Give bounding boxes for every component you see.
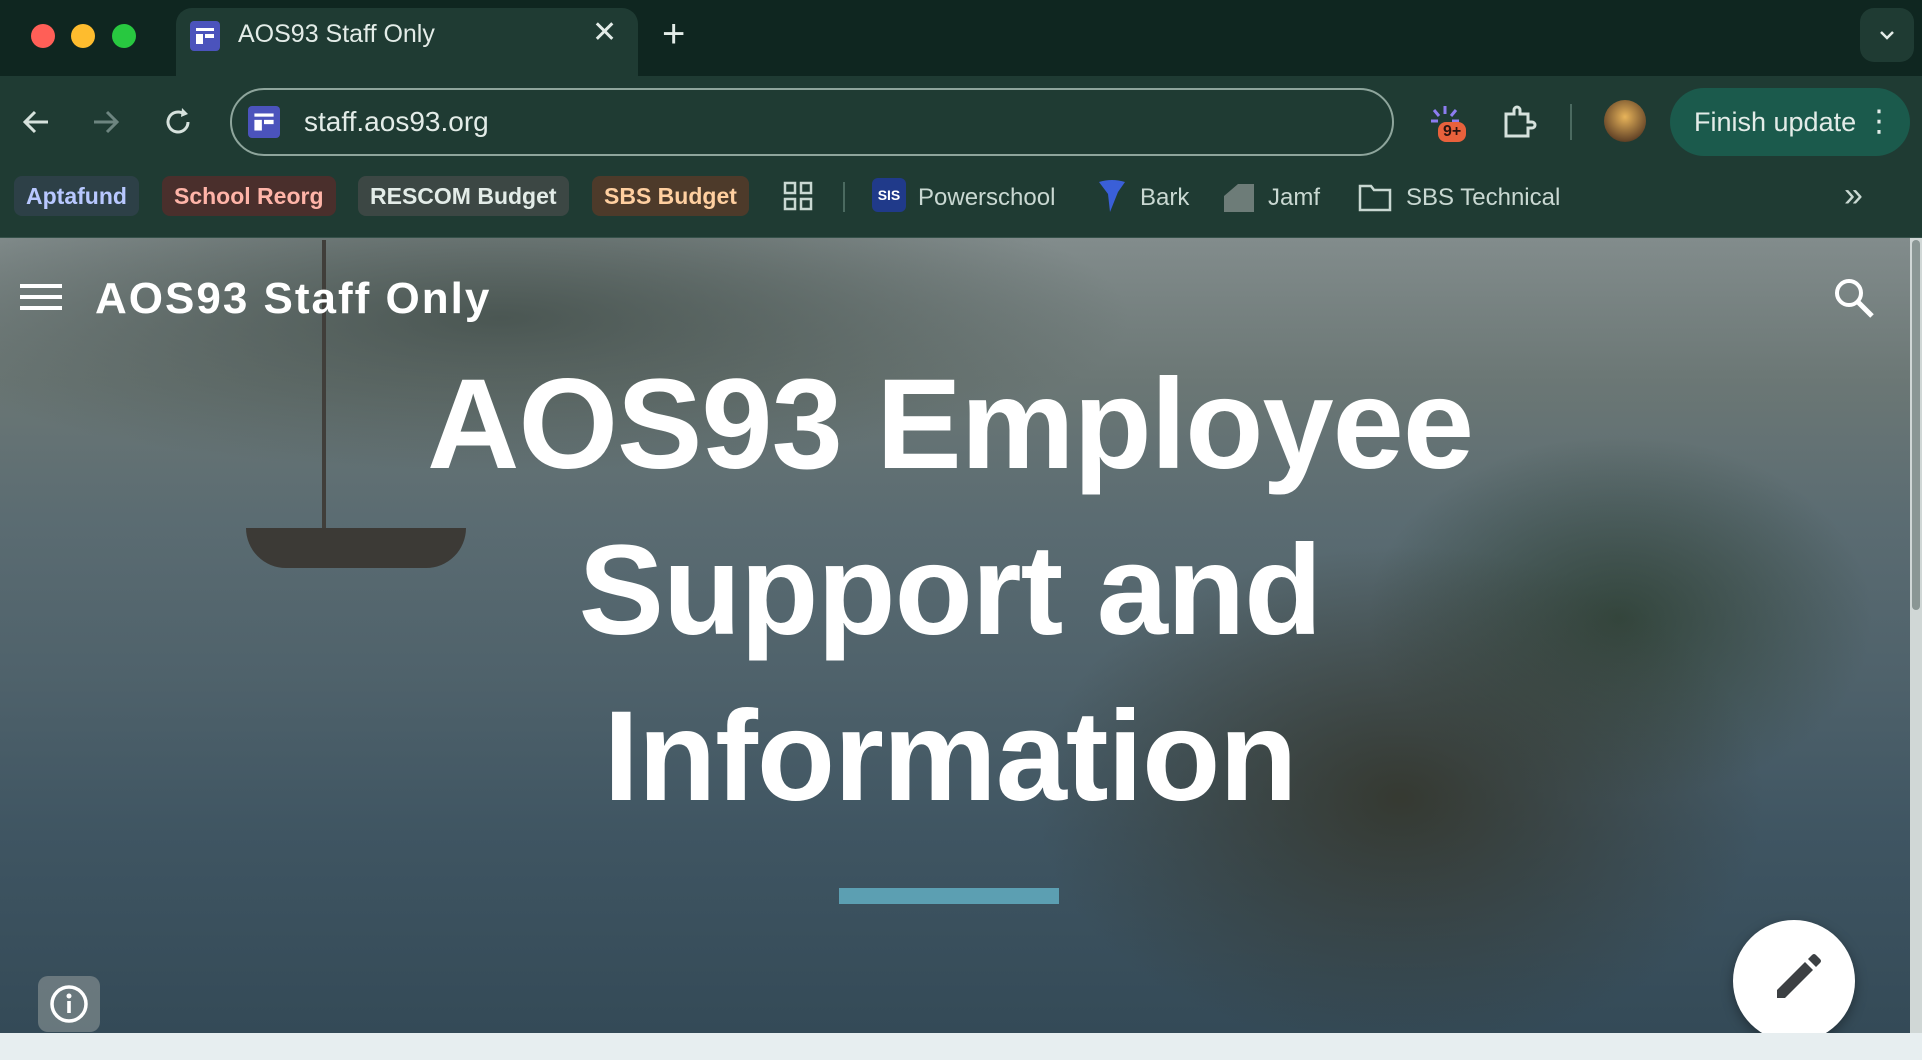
sites-favicon-icon [190, 21, 220, 51]
toolbar-divider [1570, 104, 1572, 140]
headline-line-2: Support and [578, 519, 1323, 662]
bookmark-chip-school-reorg[interactable]: School Reorg [162, 176, 336, 216]
headline-accent-bar [839, 888, 1059, 904]
new-tab-button[interactable]: + [662, 14, 685, 54]
maximize-window-button[interactable] [112, 24, 136, 48]
bookmarks-divider [843, 182, 845, 212]
url-text[interactable]: staff.aos93.org [304, 106, 489, 138]
extensions-puzzle-icon[interactable] [1498, 102, 1538, 147]
page-headline: AOS93 Employee Support and Information [0, 342, 1900, 840]
reload-button[interactable] [160, 104, 196, 146]
bookmark-chip-sbs-budget[interactable]: SBS Budget [592, 176, 749, 216]
hero-banner: AOS93 Staff Only AOS93 Employee Support … [0, 238, 1910, 1033]
headline-line-1: AOS93 Employee [427, 353, 1474, 496]
scrollbar-thumb[interactable] [1912, 240, 1920, 610]
close-window-button[interactable] [31, 24, 55, 48]
close-tab-icon[interactable]: ✕ [592, 18, 617, 48]
site-favicon-icon [248, 106, 280, 138]
page-content-edge [0, 1033, 1922, 1060]
apps-grid-icon[interactable] [782, 180, 814, 217]
bookmark-chip-rescom-budget[interactable]: RESCOM Budget [358, 176, 569, 216]
jamf-icon [1222, 180, 1256, 219]
bookmark-sbs-technical[interactable]: SBS Technical [1406, 184, 1560, 212]
folder-icon [1358, 182, 1392, 217]
finish-update-label: Finish update [1694, 107, 1857, 137]
minimize-window-button[interactable] [71, 24, 95, 48]
bookmark-powerschool[interactable]: Powerschool [918, 184, 1055, 212]
headline-line-3: Information [603, 685, 1298, 828]
search-icon[interactable] [1832, 276, 1876, 320]
bark-icon [1096, 178, 1128, 219]
info-icon[interactable] [38, 976, 100, 1032]
sis-icon: SIS [872, 178, 906, 212]
bookmarks-overflow-icon[interactable]: » [1844, 176, 1863, 215]
edit-pencil-button[interactable] [1733, 920, 1855, 1033]
bookmark-chip-aptafund[interactable]: Aptafund [14, 176, 139, 216]
site-title[interactable]: AOS93 Staff Only [95, 274, 491, 324]
back-button[interactable] [18, 104, 54, 146]
more-menu-icon[interactable]: ⋮ [1864, 88, 1894, 156]
tab-title: AOS93 Staff Only [238, 20, 435, 48]
bookmark-bark[interactable]: Bark [1140, 184, 1189, 212]
finish-update-button[interactable]: Finish update ⋮ [1670, 88, 1910, 156]
extension-badge: 9+ [1438, 122, 1467, 142]
tab-search-button[interactable] [1860, 8, 1914, 62]
forward-button[interactable] [88, 104, 124, 146]
bookmark-jamf[interactable]: Jamf [1268, 184, 1320, 212]
profile-avatar[interactable] [1604, 100, 1646, 142]
hamburger-menu-icon[interactable] [20, 284, 62, 314]
